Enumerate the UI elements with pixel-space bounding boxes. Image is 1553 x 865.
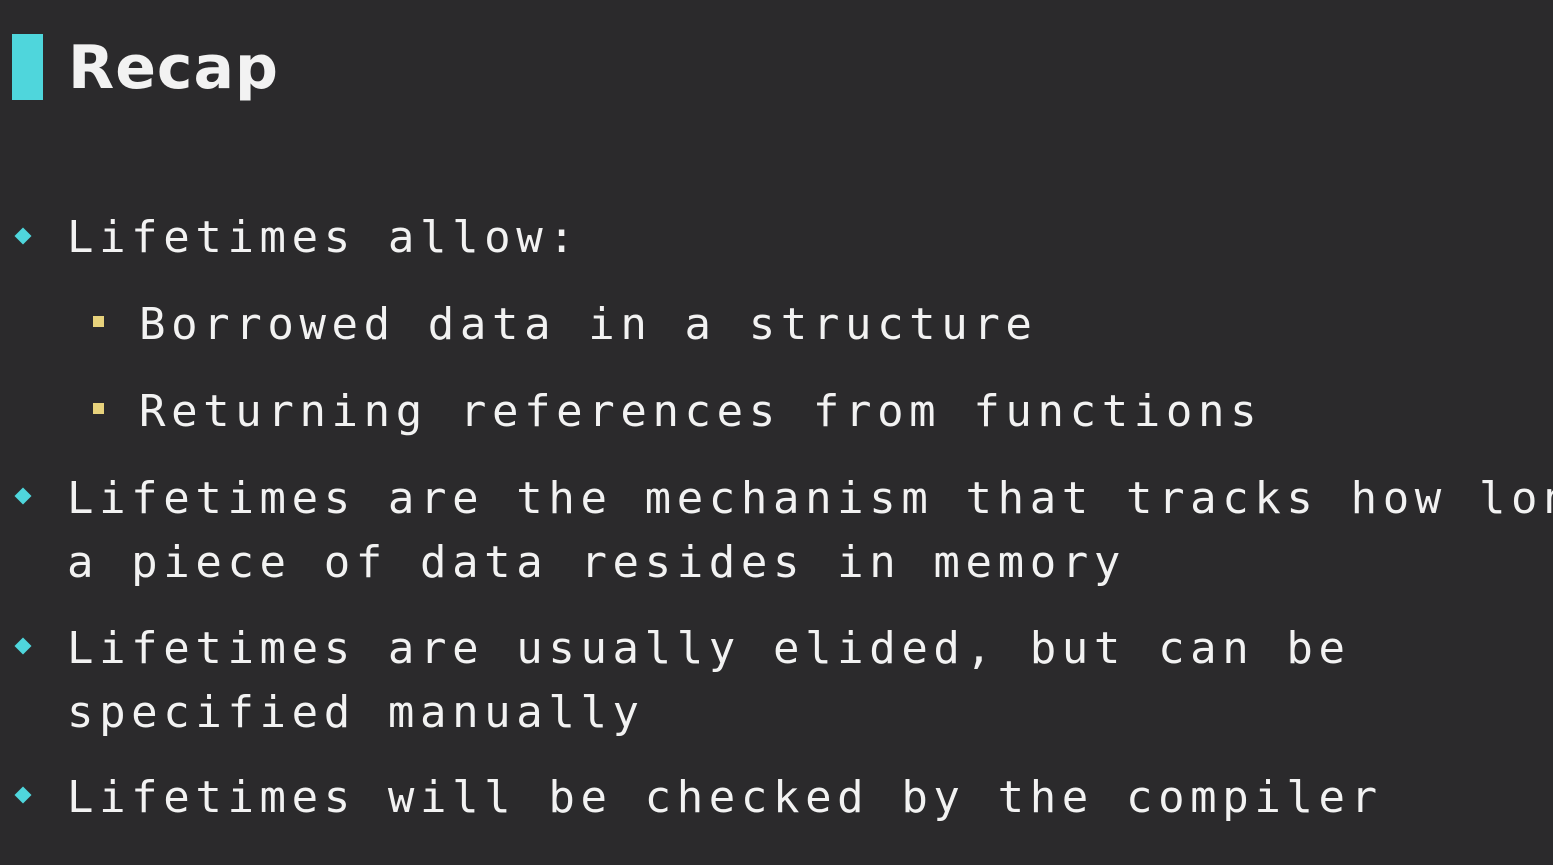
square-bullet-icon: [93, 316, 104, 327]
slide: Recap Lifetimes allow: Borrowed data in …: [0, 0, 1553, 865]
bullet-text: Lifetimes will be checked by the compile…: [67, 772, 1383, 823]
bullet-text: Lifetimes are the mechanism that tracks …: [67, 473, 1553, 524]
diamond-bullet-icon: [14, 637, 32, 655]
square-bullet-icon: [93, 403, 104, 414]
bullet-text-continuation: a piece of data resides in memory: [67, 537, 1126, 588]
bullet-list: Lifetimes allow: Borrowed data in a stru…: [0, 0, 1553, 865]
bullet-text: Lifetimes are usually elided, but can be: [67, 623, 1351, 674]
diamond-bullet-icon: [14, 487, 32, 505]
diamond-bullet-icon: [14, 227, 32, 245]
diamond-bullet-icon: [14, 786, 32, 804]
bullet-text: Lifetimes allow:: [67, 212, 581, 263]
bullet-text-continuation: specified manually: [67, 687, 645, 738]
sub-bullet-text: Returning references from functions: [139, 386, 1263, 437]
sub-bullet-text: Borrowed data in a structure: [139, 299, 1038, 350]
